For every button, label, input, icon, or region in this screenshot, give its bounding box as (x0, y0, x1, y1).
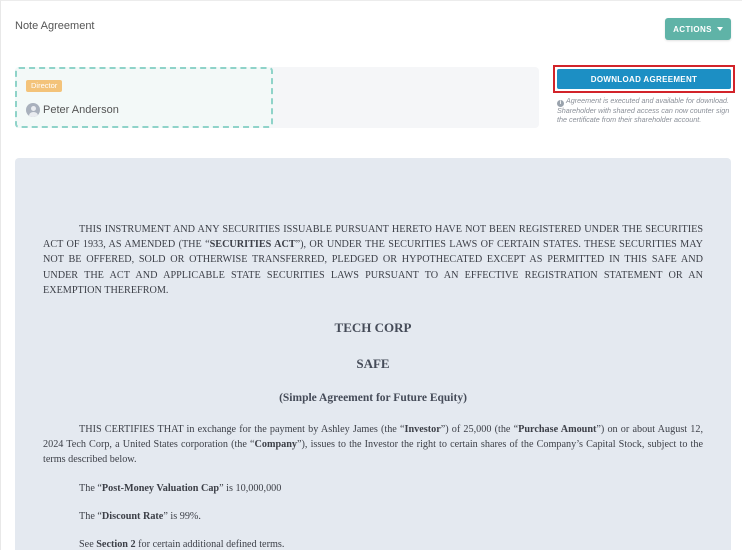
signer-card[interactable]: Director Peter Anderson (15, 67, 273, 128)
download-info: i Agreement is executed and available for… (557, 96, 737, 124)
download-highlight: DOWNLOAD AGREEMENT (553, 65, 735, 93)
company-heading: TECH CORP (334, 320, 412, 336)
certifies-paragraph: THIS CERTIFIES THAT in exchange for the … (43, 424, 704, 466)
signer-name: Peter Anderson (43, 104, 119, 116)
page-title: Note Agreement (15, 20, 95, 32)
document-body: THIS INSTRUMENT AND ANY SECURITIES ISSUA… (43, 222, 703, 550)
valuation-cap-line: The “Post-Money Valuation Cap” is 10,000… (79, 482, 282, 494)
actions-dropdown-button[interactable]: ACTIONS (665, 18, 731, 40)
see-section-line: See Section 2 for certain additional def… (79, 538, 285, 550)
actions-label: ACTIONS (673, 24, 712, 34)
user-avatar-icon (26, 103, 40, 117)
role-badge: Director (26, 80, 63, 92)
caret-down-icon (716, 27, 723, 31)
instrument-subtitle: (Simple Agreement for Future Equity) (279, 392, 467, 405)
securities-legend: THIS INSTRUMENT AND ANY SECURITIES ISSUA… (43, 224, 703, 296)
download-agreement-button[interactable]: DOWNLOAD AGREEMENT (557, 69, 731, 89)
instrument-heading: SAFE (356, 356, 390, 372)
download-info-text: Agreement is executed and available for … (557, 96, 730, 124)
discount-rate-line: The “Discount Rate” is 99%. (79, 510, 201, 522)
document-preview: THIS INSTRUMENT AND ANY SECURITIES ISSUA… (15, 158, 731, 550)
